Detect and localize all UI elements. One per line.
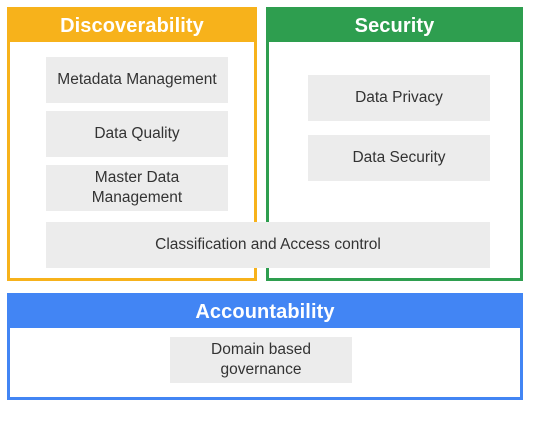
domain-based-governance-box: Domain based governance xyxy=(170,337,352,383)
discoverability-title: Discoverability xyxy=(10,10,254,42)
data-privacy-box: Data Privacy xyxy=(308,75,490,121)
accountability-title: Accountability xyxy=(10,296,520,328)
data-security-box: Data Security xyxy=(308,135,490,181)
metadata-management-box: Metadata Management xyxy=(46,57,228,103)
classification-access-control-box: Classification and Access control xyxy=(46,222,490,268)
master-data-management-box: Master Data Management xyxy=(46,165,228,211)
data-quality-box: Data Quality xyxy=(46,111,228,157)
security-title: Security xyxy=(269,10,520,42)
